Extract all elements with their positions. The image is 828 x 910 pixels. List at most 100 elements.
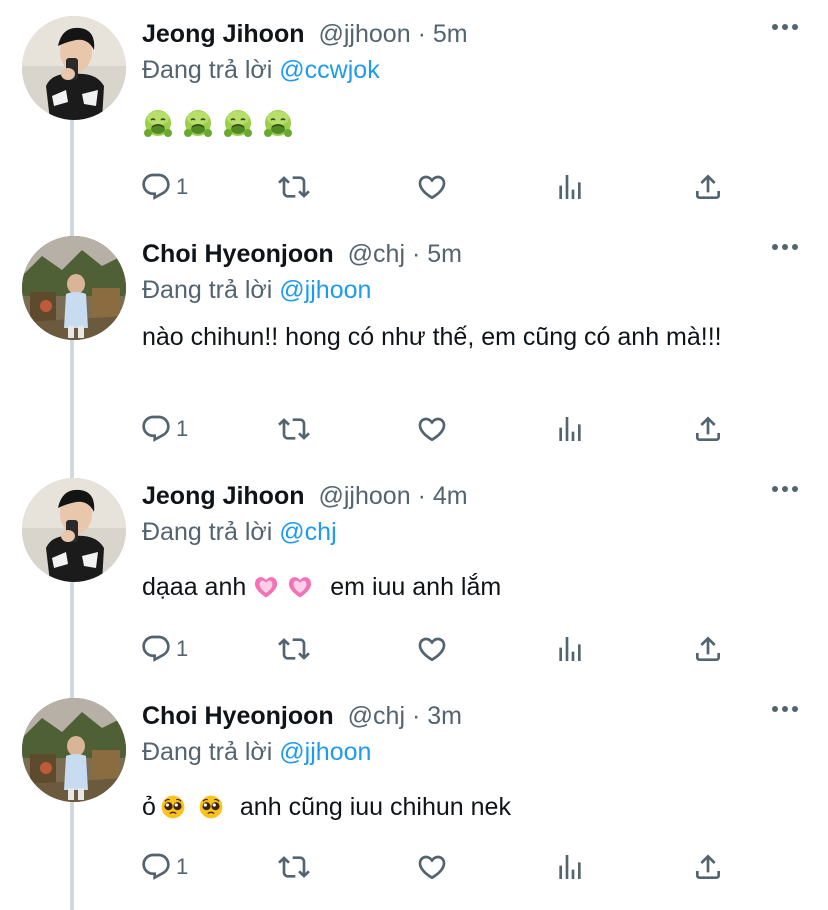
action-bar: 1 xyxy=(140,412,740,448)
nauseated-face-icon xyxy=(142,108,174,140)
timestamp[interactable]: 4m xyxy=(433,482,468,510)
retweet-button[interactable] xyxy=(278,170,310,204)
views-button[interactable] xyxy=(554,170,586,204)
mention-link[interactable]: @chj xyxy=(279,518,336,546)
author-handle[interactable]: @jjhoon xyxy=(319,482,411,510)
replying-prefix: Đang trả lời xyxy=(142,738,273,766)
separator: · xyxy=(417,20,426,48)
more-icon[interactable] xyxy=(772,486,798,494)
share-button[interactable] xyxy=(692,850,724,884)
like-button[interactable] xyxy=(416,850,448,884)
tweet-header: Choi Hyeonjoon @chj · 3m xyxy=(142,696,462,736)
share-button[interactable] xyxy=(692,412,724,446)
views-button[interactable] xyxy=(554,412,586,446)
tweet-4[interactable]: Choi Hyeonjoon @chj · 3m Đang trả lời @jj… xyxy=(0,682,828,893)
views-button[interactable] xyxy=(554,850,586,884)
share-button[interactable] xyxy=(692,632,724,666)
like-button[interactable] xyxy=(416,632,448,666)
timestamp[interactable]: 5m xyxy=(427,240,462,268)
share-button[interactable] xyxy=(692,170,724,204)
separator: · xyxy=(417,482,426,510)
reply-button[interactable]: 1 xyxy=(140,170,188,204)
tweet-header: Jeong Jihoon @jjhoon · 5m xyxy=(142,14,468,54)
like-icon xyxy=(416,633,448,665)
pleading-face-icon xyxy=(198,794,224,820)
tweet-3[interactable]: Jeong Jihoon @jjhoon · 4m Đang trả lời @c… xyxy=(0,462,828,682)
nauseated-face-icon xyxy=(182,108,214,140)
reply-icon xyxy=(140,171,172,203)
replying-to: Đang trả lời @chj xyxy=(142,514,337,550)
tweet-1[interactable]: Jeong Jihoon @jjhoon · 5m Đang trả lời @c… xyxy=(0,0,828,220)
reply-count: 1 xyxy=(176,854,189,879)
tweet-header: Jeong Jihoon @jjhoon · 4m xyxy=(142,476,468,516)
growing-heart-icon xyxy=(286,573,314,601)
replying-to: Đang trả lời @jjhoon xyxy=(142,734,371,770)
like-button[interactable] xyxy=(416,170,448,204)
tweet-2[interactable]: Choi Hyeonjoon @chj · 5m Đang trả lời @jj… xyxy=(0,220,828,440)
more-icon[interactable] xyxy=(772,24,798,32)
action-bar: 1 xyxy=(140,170,740,206)
like-icon xyxy=(416,851,448,883)
author-name[interactable]: Jeong Jihoon xyxy=(142,482,305,510)
avatar[interactable] xyxy=(22,236,126,340)
views-icon xyxy=(554,633,586,665)
views-icon xyxy=(554,851,586,883)
views-icon xyxy=(554,171,586,203)
retweet-button[interactable] xyxy=(278,412,310,446)
tweet-text xyxy=(142,108,294,140)
author-handle[interactable]: @chj xyxy=(348,240,405,268)
like-icon xyxy=(416,413,448,445)
separator: · xyxy=(411,702,421,730)
pleading-face-icon xyxy=(160,794,186,820)
retweet-icon xyxy=(278,413,310,445)
action-bar: 1 xyxy=(140,850,740,886)
avatar[interactable] xyxy=(22,698,126,802)
share-icon xyxy=(692,413,724,445)
timestamp[interactable]: 3m xyxy=(427,702,462,730)
retweet-button[interactable] xyxy=(278,632,310,666)
reply-icon xyxy=(140,413,172,445)
like-icon xyxy=(416,171,448,203)
author-name[interactable]: Choi Hyeonjoon xyxy=(142,240,334,268)
tweet-text: dạaa anh em iuu anh lắm xyxy=(142,568,782,606)
retweet-icon xyxy=(278,633,310,665)
tweet-text-end: em iuu anh lắm xyxy=(330,573,502,601)
action-bar: 1 xyxy=(140,632,740,668)
reply-button[interactable]: 1 xyxy=(140,412,188,446)
reply-button[interactable]: 1 xyxy=(140,850,188,884)
mention-link[interactable]: @jjhoon xyxy=(279,738,371,766)
author-handle[interactable]: @chj xyxy=(348,702,405,730)
more-icon[interactable] xyxy=(772,244,798,252)
reply-count: 1 xyxy=(176,416,189,441)
views-button[interactable] xyxy=(554,632,586,666)
retweet-icon xyxy=(278,851,310,883)
retweet-icon xyxy=(278,171,310,203)
more-icon[interactable] xyxy=(772,706,798,714)
timestamp[interactable]: 5m xyxy=(433,20,468,48)
nauseated-face-icon xyxy=(222,108,254,140)
tweet-text: nào chihun!! hong có như thế, em cũng có… xyxy=(142,323,722,351)
reply-count: 1 xyxy=(176,636,189,661)
reply-count: 1 xyxy=(176,174,189,199)
tweet-text-start: ỏ xyxy=(142,793,156,821)
replying-prefix: Đang trả lời xyxy=(142,56,273,84)
like-button[interactable] xyxy=(416,412,448,446)
tweet-text: ỏ anh cũng iuu chihun nek xyxy=(142,788,782,826)
reply-icon xyxy=(140,851,172,883)
tweet-text-end: anh cũng iuu chihun nek xyxy=(239,793,511,821)
growing-heart-icon xyxy=(252,573,280,601)
avatar[interactable] xyxy=(22,478,126,582)
separator: · xyxy=(411,240,421,268)
author-name[interactable]: Jeong Jihoon xyxy=(142,20,305,48)
reply-button[interactable]: 1 xyxy=(140,632,188,666)
avatar[interactable] xyxy=(22,16,126,120)
tweet-header: Choi Hyeonjoon @chj · 5m xyxy=(142,234,462,274)
author-name[interactable]: Choi Hyeonjoon xyxy=(142,702,334,730)
retweet-button[interactable] xyxy=(278,850,310,884)
mention-link[interactable]: @jjhoon xyxy=(279,276,371,304)
mention-link[interactable]: @ccwjok xyxy=(279,56,379,84)
tweet-text-start: dạaa anh xyxy=(142,573,247,601)
share-icon xyxy=(692,633,724,665)
reply-icon xyxy=(140,633,172,665)
author-handle[interactable]: @jjhoon xyxy=(319,20,411,48)
